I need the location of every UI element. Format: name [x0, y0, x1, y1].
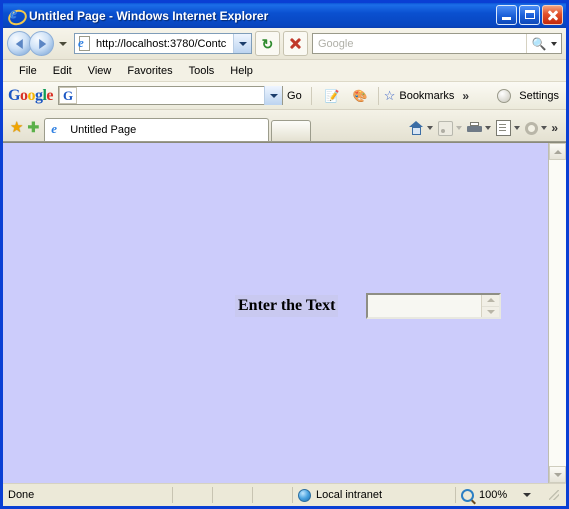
refresh-button[interactable]: ↻	[255, 31, 280, 56]
text-field-row: Enter the Text	[235, 293, 502, 319]
menu-item-view[interactable]: View	[80, 65, 120, 77]
google-go-label[interactable]: Go	[287, 90, 302, 102]
google-search-prefix: G	[59, 87, 78, 104]
feeds-chevron-down-icon[interactable]	[456, 126, 463, 130]
menu-item-edit[interactable]: Edit	[45, 65, 80, 77]
intranet-globe-icon	[298, 488, 311, 502]
spinner-up-button[interactable]	[482, 295, 500, 307]
security-zone[interactable]: Local intranet	[293, 487, 456, 503]
menu-item-file[interactable]: File	[11, 65, 45, 77]
chevron-down-icon	[553, 472, 562, 477]
window-title: Untitled Page - Windows Internet Explore…	[29, 8, 269, 23]
status-text: Done	[3, 487, 173, 503]
rss-feed-icon	[438, 120, 454, 136]
google-highlight-icon[interactable]: 📝	[320, 83, 345, 108]
page-button[interactable]	[496, 120, 521, 136]
menu-item-help[interactable]: Help	[222, 65, 261, 77]
stop-button[interactable]	[283, 31, 308, 56]
home-icon	[409, 121, 424, 135]
tab-untitled-page[interactable]: e Untitled Page	[44, 118, 270, 141]
address-input[interactable]: http://localhost:3780/Contc	[96, 38, 233, 50]
address-bar[interactable]: e http://localhost:3780/Contc	[74, 33, 252, 54]
scrollbar-track[interactable]	[549, 160, 566, 466]
tools-chevron-down-icon[interactable]	[541, 126, 548, 130]
browser-window: e Untitled Page - Windows Internet Explo…	[0, 0, 569, 509]
google-toolbar: Google G Go 📝 🎨 ☆ Bookmarks » Settings	[3, 82, 566, 110]
google-toolbar-overflow[interactable]: »	[462, 89, 469, 103]
menu-bar: File Edit View Favorites Tools Help	[3, 60, 566, 82]
recent-pages-chevron-down-icon[interactable]	[59, 41, 67, 46]
settings-label[interactable]: Settings	[519, 90, 559, 102]
tools-button[interactable]	[525, 121, 548, 135]
close-button[interactable]	[542, 5, 563, 25]
vertical-scrollbar[interactable]	[548, 143, 566, 483]
page-viewport: Enter the Text ShowProperties	[3, 142, 566, 483]
refresh-icon: ↻	[261, 35, 274, 52]
zoom-level-label: 100%	[479, 489, 508, 501]
stop-icon	[289, 37, 302, 50]
status-spacer-1	[173, 487, 213, 503]
security-zone-label: Local intranet	[316, 489, 383, 501]
scroll-down-button[interactable]	[549, 466, 566, 483]
spinner-down-button[interactable]	[482, 306, 500, 317]
settings-icon	[497, 88, 512, 103]
tab-page-icon: e	[51, 120, 57, 136]
web-page-body: Enter the Text ShowProperties	[3, 143, 548, 483]
print-button[interactable]	[467, 122, 492, 134]
tab-bar: ★ ✚ e Untitled Page »	[3, 110, 566, 142]
google-search-dropdown-button[interactable]	[264, 86, 283, 105]
ie-logo-icon: e	[6, 7, 29, 28]
toolbar-divider	[310, 86, 312, 105]
favorites-center-star-icon[interactable]: ★	[10, 118, 23, 136]
address-dropdown-button[interactable]	[233, 34, 251, 53]
printer-icon	[467, 122, 483, 134]
feeds-button[interactable]	[438, 120, 463, 136]
magnifier-icon	[461, 488, 476, 504]
search-box[interactable]: Google 🔍	[312, 33, 562, 54]
new-tab-button[interactable]	[271, 120, 312, 141]
chevron-up-icon	[486, 298, 495, 303]
scroll-up-button[interactable]	[549, 143, 566, 160]
window-controls	[496, 5, 563, 25]
status-bar: Done Local intranet 100%	[3, 483, 566, 506]
chevron-up-icon	[553, 149, 562, 154]
zoom-chevron-down-icon[interactable]	[523, 493, 532, 497]
spinner-control	[481, 295, 500, 317]
google-autofill-icon[interactable]: 🎨	[348, 83, 373, 108]
menu-item-favorites[interactable]: Favorites	[119, 65, 180, 77]
page-icon-2	[496, 120, 512, 136]
add-to-favorites-plus-icon[interactable]: ✚	[27, 119, 39, 136]
zoom-control[interactable]: 100%	[456, 487, 566, 504]
bookmarks-star-icon: ☆	[383, 88, 396, 103]
enter-text-input-value[interactable]	[368, 295, 481, 317]
bookmarks-label[interactable]: Bookmarks	[399, 90, 454, 102]
gear-icon	[525, 121, 539, 135]
print-chevron-down-icon[interactable]	[485, 126, 492, 130]
status-spacer-2	[213, 487, 253, 503]
resize-grip[interactable]	[549, 490, 559, 500]
enter-text-input[interactable]	[366, 293, 502, 319]
menu-item-tools[interactable]: Tools	[181, 65, 223, 77]
chevron-down-icon	[486, 309, 495, 314]
enter-text-label: Enter the Text	[235, 295, 339, 317]
search-input[interactable]: Google	[313, 38, 526, 50]
minimize-button[interactable]	[496, 5, 517, 25]
navigation-toolbar: e http://localhost:3780/Contc ↻ Google 🔍	[3, 28, 566, 60]
command-icons: »	[404, 120, 562, 141]
page-icon: e	[77, 35, 93, 52]
maximize-button[interactable]	[519, 5, 540, 25]
search-provider-chevron-down-icon[interactable]	[551, 41, 557, 46]
command-bar-overflow[interactable]: »	[551, 121, 558, 135]
google-search-box[interactable]: G	[58, 86, 284, 105]
search-go-button[interactable]: 🔍	[526, 34, 551, 53]
toolbar-divider-2	[377, 86, 379, 105]
home-button[interactable]	[409, 121, 434, 135]
status-spacer-3	[253, 487, 293, 503]
forward-button[interactable]	[29, 31, 54, 56]
page-chevron-down-icon[interactable]	[514, 126, 521, 130]
home-chevron-down-icon[interactable]	[427, 126, 434, 130]
title-bar: e Untitled Page - Windows Internet Explo…	[3, 3, 566, 28]
google-logo: Google	[8, 86, 54, 104]
tab-label: Untitled Page	[70, 124, 137, 136]
